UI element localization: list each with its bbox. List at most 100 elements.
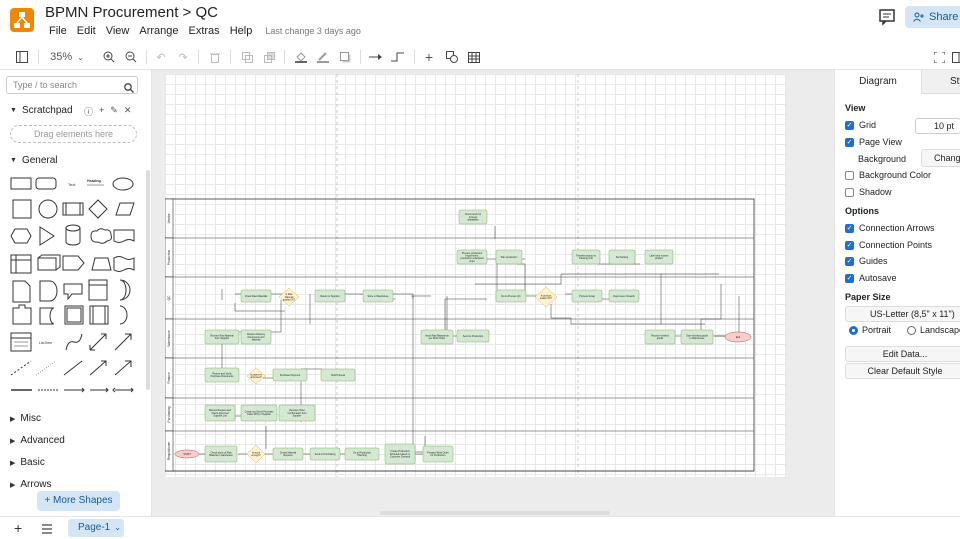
task-node[interactable]: Create Material Request bbox=[272, 447, 304, 461]
general-section-header[interactable]: ▼ General bbox=[10, 155, 58, 166]
delete-icon[interactable] bbox=[208, 48, 222, 66]
tab-diagram[interactable]: Diagram bbox=[835, 70, 921, 94]
task-node[interactable]: Prepare production requirement, production… bbox=[456, 249, 488, 265]
to-front-icon[interactable] bbox=[240, 48, 254, 66]
last-change-text[interactable]: Last change 3 days ago bbox=[265, 25, 361, 37]
sidebar-scrollbar[interactable] bbox=[146, 170, 150, 390]
checkbox-checked-icon[interactable]: ✓ bbox=[845, 137, 854, 147]
checkbox-checked-icon[interactable]: ✓ bbox=[845, 240, 854, 250]
task-node[interactable]: Do Packing bbox=[608, 249, 636, 265]
task-node[interactable]: Check stock of Raw Material in warehouse bbox=[204, 445, 238, 463]
gateway-node[interactable]: Is payment approved? bbox=[246, 367, 266, 385]
basic-section-header[interactable]: ▶ Basic bbox=[10, 457, 45, 468]
clear-default-style-button[interactable]: Clear Default Style bbox=[845, 363, 960, 379]
zoom-out-icon[interactable] bbox=[124, 48, 138, 66]
redo-icon[interactable]: ↷ bbox=[176, 48, 190, 66]
scratchpad-drop-zone[interactable]: Drag elements here bbox=[10, 125, 137, 143]
menu-arrange[interactable]: Arrange bbox=[134, 25, 183, 37]
bpmn-diagram[interactable]: Vendor Production QC Warehouse Finance Purcha… bbox=[164, 74, 786, 477]
task-node[interactable]: Reprocess / Rework bbox=[608, 289, 640, 303]
shapes-icon[interactable] bbox=[444, 48, 460, 66]
connection-points-option[interactable]: ✓ Connection Points bbox=[845, 240, 932, 250]
format-panel-icon[interactable] bbox=[950, 48, 960, 66]
edit-icon[interactable]: ✎ bbox=[110, 105, 118, 118]
checkbox-checked-icon[interactable]: ✓ bbox=[845, 120, 854, 130]
gateway-node[interactable]: Is Raw Material quality OK? bbox=[278, 287, 300, 307]
document-title[interactable]: BPMN Procurement > QC bbox=[45, 4, 218, 21]
zoom-dropdown[interactable]: 35% ⌄ bbox=[48, 48, 86, 66]
task-node[interactable]: Plan production bbox=[495, 249, 523, 265]
shadow-icon[interactable] bbox=[338, 48, 352, 66]
grid-option[interactable]: ✓ Grid bbox=[845, 120, 876, 130]
task-node[interactable]: Review and Verify Purchase Documents bbox=[204, 367, 240, 383]
checkbox-checked-icon[interactable]: ✓ bbox=[845, 256, 854, 266]
menu-help[interactable]: Help bbox=[225, 25, 258, 37]
landscape-radio[interactable] bbox=[907, 325, 917, 335]
task-node[interactable]: Receive finished goods bbox=[644, 329, 676, 345]
page-view-option[interactable]: ✓ Page View bbox=[845, 137, 902, 147]
zoom-in-icon[interactable] bbox=[102, 48, 116, 66]
connection-arrow-icon[interactable] bbox=[368, 48, 384, 66]
task-node[interactable]: Return to Supplier bbox=[314, 289, 346, 303]
checkbox-unchecked-icon[interactable] bbox=[845, 170, 854, 180]
menu-file[interactable]: File bbox=[44, 25, 72, 37]
connection-arrows-option[interactable]: ✓ Connection Arrows bbox=[845, 223, 935, 233]
task-node[interactable]: Purchase Payment bbox=[272, 368, 308, 382]
add-page-icon[interactable]: + bbox=[14, 520, 22, 536]
diagram-canvas[interactable]: Vendor Production QC Warehouse Finance Purcha… bbox=[152, 70, 834, 516]
gateway-node[interactable]: Is product quality OK? bbox=[534, 286, 558, 308]
task-node[interactable]: Store in Warehouse bbox=[362, 289, 394, 303]
comments-icon[interactable] bbox=[878, 8, 896, 26]
tab-style[interactable]: Style bbox=[921, 70, 960, 94]
page-tab[interactable]: Page-1 ⌄ bbox=[68, 519, 124, 537]
task-node[interactable]: Process Scrap bbox=[571, 289, 603, 303]
task-node[interactable]: Receive Raw Material from Supplier bbox=[204, 329, 240, 345]
guides-option[interactable]: ✓ Guides bbox=[845, 256, 888, 266]
task-node[interactable]: Issue Raw Material as per Work Order bbox=[420, 329, 454, 345]
change-background-button[interactable]: Change... bbox=[921, 149, 960, 167]
drawio-logo[interactable] bbox=[10, 8, 34, 32]
add-icon[interactable]: + bbox=[99, 105, 104, 118]
end-event[interactable]: End bbox=[724, 331, 752, 343]
canvas-horizontal-scrollbar[interactable] bbox=[380, 511, 610, 515]
checkbox-checked-icon[interactable]: ✓ bbox=[845, 273, 854, 283]
search-icon[interactable] bbox=[124, 80, 134, 93]
line-color-icon[interactable] bbox=[316, 48, 330, 66]
misc-section-header[interactable]: ▶ Misc bbox=[10, 413, 41, 424]
task-node[interactable]: Create Production Schedule based on Custom… bbox=[384, 443, 416, 465]
task-node[interactable]: Hold Process bbox=[320, 368, 356, 382]
to-back-icon[interactable] bbox=[262, 48, 276, 66]
fill-color-icon[interactable] bbox=[294, 48, 308, 66]
checkbox-unchecked-icon[interactable] bbox=[845, 187, 854, 197]
more-shapes-button[interactable]: + More Shapes bbox=[37, 491, 120, 511]
arrows-section-header[interactable]: ▶ Arrows bbox=[10, 479, 52, 490]
start-event[interactable]: START bbox=[174, 449, 200, 459]
task-node[interactable]: Transfer product to Packing Unit bbox=[571, 249, 601, 265]
task-node[interactable]: Send to Production bbox=[456, 329, 490, 343]
waypoints-icon[interactable] bbox=[390, 48, 406, 66]
fullscreen-icon[interactable] bbox=[932, 48, 946, 66]
close-icon[interactable]: ✕ bbox=[124, 105, 132, 118]
paper-size-select[interactable]: US-Letter (8,5" x 11") bbox=[845, 306, 960, 322]
undo-icon[interactable]: ↶ bbox=[154, 48, 168, 66]
menu-extras[interactable]: Extras bbox=[184, 25, 225, 37]
task-node[interactable]: Review Request and Check Approved Supplier… bbox=[204, 404, 236, 422]
insert-plus-icon[interactable]: + bbox=[422, 48, 436, 66]
task-node[interactable]: Store finished goods in Warehouse bbox=[680, 329, 714, 345]
table-icon[interactable] bbox=[466, 48, 482, 66]
menu-edit[interactable]: Edit bbox=[72, 25, 101, 37]
task-node[interactable]: Do In-Process QC bbox=[495, 289, 527, 303]
shadow-option[interactable]: Shadow bbox=[845, 187, 892, 197]
gateway-node[interactable]: Is stock enough? bbox=[246, 444, 266, 464]
portrait-radio[interactable] bbox=[849, 325, 858, 335]
autosave-option[interactable]: ✓ Autosave bbox=[845, 273, 897, 283]
search-input[interactable]: Type / to search bbox=[6, 76, 138, 94]
grid-size-input[interactable]: 10 pt bbox=[915, 118, 960, 134]
scratchpad-header[interactable]: ▼ Scratchpad bbox=[10, 105, 73, 116]
task-node[interactable]: Receive Order Confirmation from Supplier bbox=[278, 404, 316, 422]
background-color-option[interactable]: Background Color bbox=[845, 170, 931, 180]
help-icon[interactable]: ⓘ bbox=[84, 105, 93, 118]
edit-data-button[interactable]: Edit Data... bbox=[845, 346, 960, 362]
toggle-sidebar-icon[interactable] bbox=[14, 48, 30, 66]
advanced-section-header[interactable]: ▶ Advanced bbox=[10, 435, 65, 446]
